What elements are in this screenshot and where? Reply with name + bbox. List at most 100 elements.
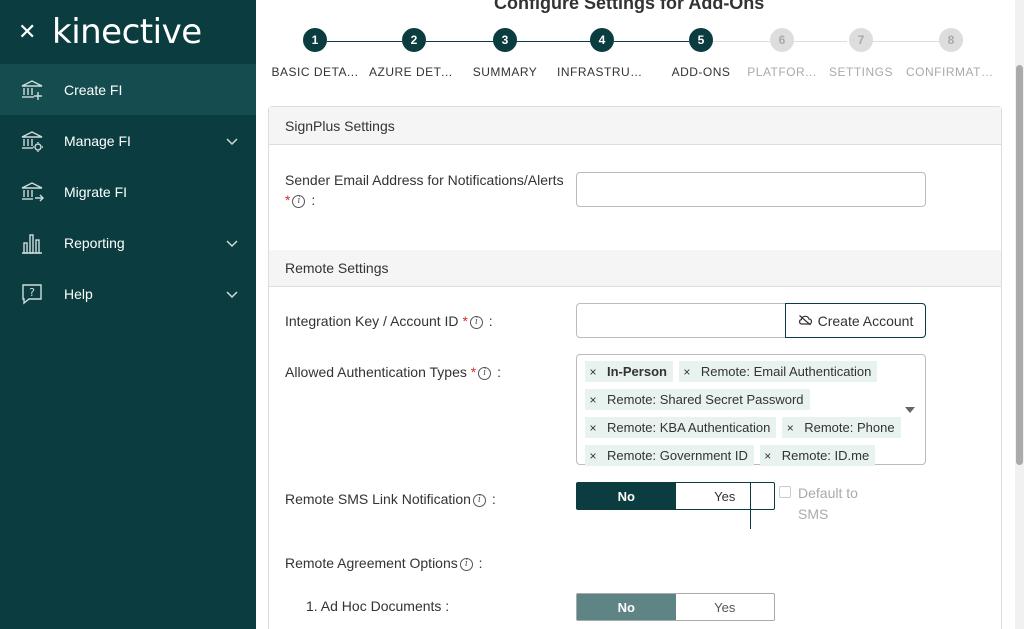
step-number: 7 xyxy=(849,28,873,52)
sidebar-item-help[interactable]: ? Help xyxy=(0,268,256,319)
step-8[interactable]: 8 CONFIRMATI... xyxy=(906,28,996,79)
label-text: Allowed Authentication Types xyxy=(285,364,467,380)
label-colon: : xyxy=(497,364,501,380)
bank-plus-icon xyxy=(20,78,44,102)
chip-label: In-Person xyxy=(607,364,667,379)
step-number: 8 xyxy=(939,28,963,52)
sidebar-item-migrate-fi[interactable]: Migrate FI xyxy=(0,166,256,217)
step-2[interactable]: 2 AZURE DETA... xyxy=(369,28,459,79)
label-text: Remote SMS Link Notification xyxy=(285,491,471,507)
bank-gear-icon xyxy=(20,129,44,153)
required-mark: * xyxy=(285,192,291,208)
step-3[interactable]: 3 SUMMARY xyxy=(460,28,550,79)
step-label: SETTINGS xyxy=(828,65,893,79)
label-text: Integration Key / Account ID xyxy=(285,313,459,329)
sms-no-option[interactable]: No xyxy=(577,483,676,509)
chip-label: Remote: Phone xyxy=(804,420,895,435)
info-icon[interactable]: i xyxy=(478,366,492,380)
step-number: 6 xyxy=(770,28,794,52)
brand-logo: kinective xyxy=(52,12,202,52)
page-title: Configure Settings for Add-Ons xyxy=(494,0,765,13)
label-colon: : xyxy=(491,491,496,507)
chevron-down-icon xyxy=(226,286,238,302)
stepper: 1 BASIC DETA... 2 AZURE DETA... 3 SUMMAR… xyxy=(256,28,1016,88)
section-title: Remote Settings xyxy=(285,260,389,276)
adhoc-yes-option[interactable]: Yes xyxy=(676,594,775,620)
label-text: Sender Email Address for Notifications/A… xyxy=(285,172,564,188)
scrollbar[interactable] xyxy=(1015,0,1024,629)
step-label: ADD-ONS xyxy=(671,65,731,79)
label-text: Remote Agreement Options xyxy=(285,555,458,571)
step-6[interactable]: 6 PLATFOR... xyxy=(737,28,827,79)
chip-kba: × Remote: KBA Authentication xyxy=(585,417,777,438)
step-number: 4 xyxy=(590,28,614,52)
step-label: AZURE DETA... xyxy=(369,65,459,79)
sidebar-item-label: Manage FI xyxy=(64,132,131,149)
step-number: 5 xyxy=(689,28,713,52)
adhoc-documents-label: 1. Ad Hoc Documents : xyxy=(306,598,450,614)
required-mark: * xyxy=(462,313,468,329)
help-bubble-icon: ? xyxy=(20,282,44,306)
bank-arrow-icon xyxy=(20,180,44,204)
integration-key-label: Integration Key / Account ID * i : xyxy=(285,311,493,331)
info-icon[interactable]: i xyxy=(459,557,473,571)
chip-in-person: × In-Person xyxy=(585,361,673,382)
divider xyxy=(750,483,751,529)
signplus-section-header: SignPlus Settings xyxy=(269,107,1001,145)
close-icon[interactable]: ✕ xyxy=(18,21,40,43)
default-sms-checkbox[interactable]: Default to SMS xyxy=(779,483,878,525)
sender-email-input[interactable] xyxy=(576,172,926,207)
adhoc-no-option[interactable]: No xyxy=(577,594,676,620)
remove-chip-icon[interactable]: × xyxy=(585,365,601,379)
info-icon[interactable]: i xyxy=(292,194,306,208)
sidebar-item-manage-fi[interactable]: Manage FI xyxy=(0,115,256,166)
step-1[interactable]: 1 BASIC DETA... xyxy=(270,28,360,79)
chevron-down-icon xyxy=(226,133,238,149)
dropdown-caret-icon[interactable] xyxy=(905,406,915,413)
sidebar: ✕ kinective Create FI Manage FI Migrate … xyxy=(0,0,256,629)
remove-chip-icon[interactable]: × xyxy=(760,449,776,463)
integration-key-input[interactable] xyxy=(576,303,787,338)
create-account-button[interactable]: Create Account xyxy=(785,303,926,338)
step-label: SUMMARY xyxy=(472,65,538,79)
sidebar-item-label: Create FI xyxy=(64,81,123,98)
step-label: CONFIRMATI... xyxy=(906,65,996,79)
label-colon: : xyxy=(478,555,483,571)
chip-phone: × Remote: Phone xyxy=(782,417,901,438)
chip-id-me: × Remote: ID.me xyxy=(759,445,876,466)
step-5[interactable]: 5 ADD-ONS xyxy=(656,28,746,79)
remove-chip-icon[interactable]: × xyxy=(585,421,601,435)
required-mark: * xyxy=(470,364,477,380)
remote-section-header: Remote Settings xyxy=(269,249,1001,287)
chip-label: Remote: Shared Secret Password xyxy=(607,392,804,407)
step-7[interactable]: 7 SETTINGS xyxy=(816,28,906,79)
sidebar-item-create-fi[interactable]: Create FI xyxy=(0,64,256,115)
chip-label: Remote: Government ID xyxy=(607,448,748,463)
label-colon: : xyxy=(311,192,316,208)
adhoc-toggle: No Yes xyxy=(576,593,775,621)
remove-chip-icon[interactable]: × xyxy=(782,421,798,435)
scrollbar-thumb[interactable] xyxy=(1016,65,1023,465)
bar-chart-icon xyxy=(20,231,44,255)
chip-government-id: × Remote: Government ID xyxy=(585,445,754,466)
settings-card: SignPlus Settings Sender Email Address f… xyxy=(268,106,1002,629)
auth-types-label: Allowed Authentication Types * i : xyxy=(285,362,501,382)
info-icon[interactable]: i xyxy=(472,493,486,507)
remove-chip-icon[interactable]: × xyxy=(679,365,695,379)
chip-label: Remote: ID.me xyxy=(781,448,870,463)
sidebar-item-reporting[interactable]: Reporting xyxy=(0,217,256,268)
step-4[interactable]: 4 INFRASTRUCT... xyxy=(557,28,647,79)
info-icon[interactable]: i xyxy=(469,315,483,329)
remove-chip-icon[interactable]: × xyxy=(585,449,601,463)
checkbox-label: Default to SMS xyxy=(798,485,858,522)
auth-types-multiselect[interactable]: × In-Person × Remote: Email Authentication… xyxy=(576,354,926,466)
main-content: Configure Settings for Add-Ons 1 BASIC D… xyxy=(256,0,1024,629)
chip-label: Remote: KBA Authentication xyxy=(607,420,771,435)
chip-shared-secret: × Remote: Shared Secret Password xyxy=(585,389,810,410)
step-label: BASIC DETA... xyxy=(271,65,359,79)
agreement-options-label: Remote Agreement Options i : xyxy=(285,553,483,573)
cloud-off-icon xyxy=(798,313,812,329)
checkbox-box[interactable] xyxy=(779,486,791,498)
sms-yes-option[interactable]: Yes xyxy=(676,483,775,509)
remove-chip-icon[interactable]: × xyxy=(585,393,601,407)
